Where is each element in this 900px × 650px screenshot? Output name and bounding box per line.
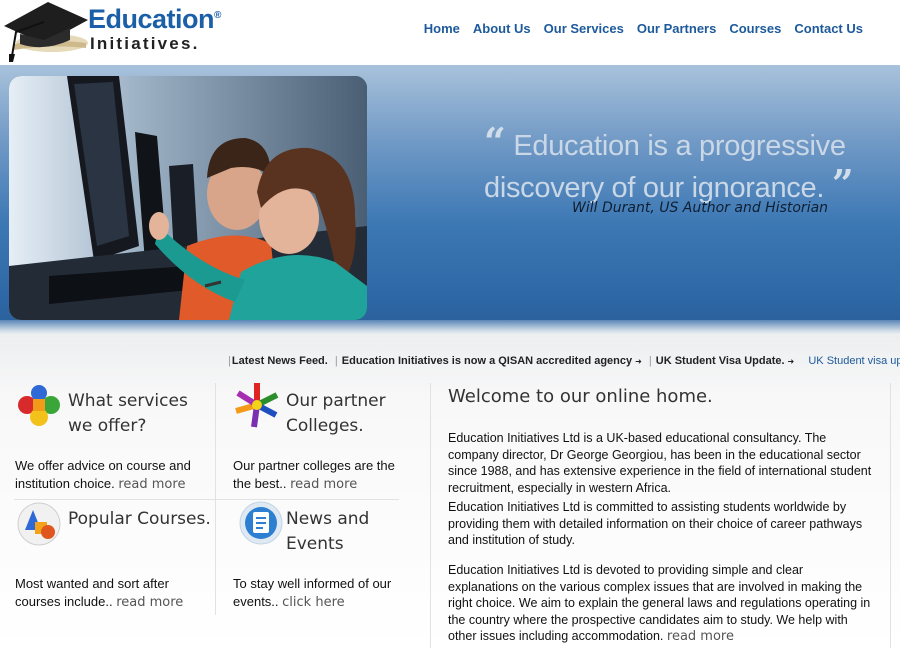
welcome-title: Welcome to our online home. xyxy=(448,386,713,407)
news-heading-line1: News and xyxy=(286,509,370,529)
hero-quote: “ Education is a progressive discovery o… xyxy=(484,123,884,207)
nav-courses[interactable]: Courses xyxy=(729,21,781,36)
nav-our-partners[interactable]: Our Partners xyxy=(637,21,716,36)
partners-heading: Our partner Colleges. xyxy=(286,389,386,439)
logo-text-initiatives: Initiatives. xyxy=(90,34,200,53)
partners-text-line2: the best.. xyxy=(233,476,287,491)
nav-our-services[interactable]: Our Services xyxy=(544,21,624,36)
welcome-paragraph-1: Education Initiatives Ltd is a UK-based … xyxy=(448,431,872,495)
courses-heading-line1: Popular Courses. xyxy=(68,509,211,529)
students-at-computer-photo xyxy=(9,76,367,320)
courses-text-line1: Most wanted and sort after xyxy=(15,576,169,591)
column-divider xyxy=(430,383,431,648)
open-quote-mark: “ xyxy=(484,119,506,164)
courses-text: Most wanted and sort after courses inclu… xyxy=(15,575,183,612)
nav-contact-us[interactable]: Contact Us xyxy=(794,21,863,36)
shapes-icon xyxy=(17,502,61,546)
hero-bottom-fade xyxy=(0,320,900,334)
site-logo[interactable]: Education® Initiatives. xyxy=(0,0,240,65)
partners-text: Our partner colleges are the the best.. … xyxy=(233,457,395,494)
welcome-paragraph-2: Education Initiatives Ltd is committed t… xyxy=(448,500,863,547)
ticker-divider: | xyxy=(648,355,652,367)
arrows-icon xyxy=(235,383,279,428)
arrow-right-icon: ➜ xyxy=(787,357,795,366)
services-heading-line1: What services xyxy=(68,391,188,411)
news-click-here-link[interactable]: click here xyxy=(282,595,344,610)
quote-text-line1: Education is a progressive xyxy=(513,130,846,162)
news-heading: News and Events xyxy=(286,507,369,557)
nav-home[interactable]: Home xyxy=(424,21,460,36)
services-read-more-link[interactable]: read more xyxy=(118,477,185,492)
services-text: We offer advice on course and institutio… xyxy=(15,457,191,494)
welcome-read-more-link[interactable]: read more xyxy=(667,629,734,644)
news-ticker[interactable]: | Latest News Feed. | Education Initiative… xyxy=(228,355,900,367)
services-text-line2: institution choice. xyxy=(15,476,115,491)
puzzle-icon xyxy=(18,385,60,426)
close-quote-mark: ” xyxy=(831,161,854,206)
box-divider-horizontal xyxy=(14,499,399,500)
partners-heading-line2: Colleges. xyxy=(286,416,364,436)
quote-author: Will Durant, US Author and Historian xyxy=(572,200,829,216)
partners-heading-line1: Our partner xyxy=(286,391,386,411)
welcome-paragraph-3-text: Education Initiatives Ltd is devoted to … xyxy=(448,563,871,643)
nav-about-us[interactable]: About Us xyxy=(473,21,531,36)
news-text: To stay well informed of our events.. cl… xyxy=(233,575,391,612)
ticker-item-qisan[interactable]: Education Initiatives is now a QISAN acc… xyxy=(342,355,632,367)
ticker-divider xyxy=(797,355,808,367)
site-header: Education® Initiatives. Home About Us Ou… xyxy=(0,0,900,65)
courses-text-line2: courses include.. xyxy=(15,594,113,609)
news-text-line1: To stay well informed of our xyxy=(233,576,392,591)
hero-banner: “ Education is a progressive discovery o… xyxy=(0,65,900,330)
logo-text-education: Education xyxy=(88,4,215,34)
ticker-lead: Latest News Feed. xyxy=(231,355,328,367)
news-heading-line2: Events xyxy=(286,534,344,554)
main-nav: Home About Us Our Services Our Partners … xyxy=(424,21,863,36)
document-icon xyxy=(239,501,283,545)
courses-read-more-link[interactable]: read more xyxy=(116,595,183,610)
ticker-item-visa-visit[interactable]: UK Student visa update: Visit: xyxy=(808,355,900,367)
graduation-cap-icon xyxy=(4,2,88,62)
registered-mark: ® xyxy=(214,10,221,21)
ticker-item-visa[interactable]: UK Student Visa Update. xyxy=(656,355,785,367)
welcome-paragraph-3: Education Initiatives Ltd is devoted to … xyxy=(448,562,873,646)
courses-heading: Popular Courses. xyxy=(68,507,211,532)
arrow-right-icon: ➜ xyxy=(635,357,642,366)
column-divider-right xyxy=(890,383,891,648)
partners-text-line1: Our partner colleges are the xyxy=(233,458,395,473)
services-text-line1: We offer advice on course and xyxy=(15,458,191,473)
services-heading: What services we offer? xyxy=(68,389,188,439)
services-heading-line2: we offer? xyxy=(68,416,147,436)
news-text-line2: events.. xyxy=(233,594,279,609)
ticker-divider: | xyxy=(334,355,338,367)
partners-read-more-link[interactable]: read more xyxy=(290,477,357,492)
